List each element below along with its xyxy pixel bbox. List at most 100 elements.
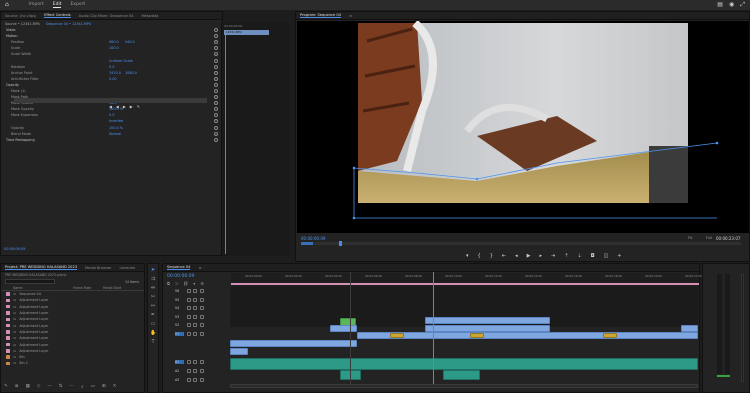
timeline-playhead[interactable]: [433, 272, 434, 384]
track-lock-icon[interactable]: [186, 289, 191, 293]
linked-selection-icon[interactable]: ⛓: [183, 281, 188, 286]
panel-menu-icon[interactable]: ≡: [349, 14, 352, 18]
track-lock-icon[interactable]: [186, 332, 191, 336]
track-eye-icon[interactable]: [199, 323, 204, 328]
track-label[interactable]: A3: [175, 378, 184, 382]
timeline-clip[interactable]: [681, 325, 698, 332]
track-sync-icon[interactable]: [193, 314, 197, 319]
list-view-icon[interactable]: ≣: [15, 384, 19, 390]
step-back-icon[interactable]: ◀: [116, 104, 119, 109]
column-frame-rate[interactable]: Frame Rate: [73, 286, 103, 290]
reset-icon[interactable]: [214, 137, 218, 142]
timeline-clip[interactable]: [357, 332, 698, 339]
column-media-start[interactable]: Media Start: [103, 286, 121, 290]
effect-property-value[interactable]: 960.0: [109, 40, 119, 44]
nav-edit[interactable]: Edit: [52, 2, 62, 8]
workspaces-icon[interactable]: ▤: [717, 0, 723, 10]
reset-icon[interactable]: [214, 28, 218, 33]
mark-in-icon[interactable]: {: [478, 253, 481, 259]
effect-property-value[interactable]: 1920.0: [109, 71, 121, 75]
timeline-clip[interactable]: [603, 333, 617, 338]
reset-icon[interactable]: [214, 52, 218, 57]
track-lock-icon[interactable]: [186, 314, 191, 319]
mini-timeline-playhead[interactable]: [225, 34, 226, 254]
track-lock-icon[interactable]: [186, 360, 191, 364]
add-marker-icon[interactable]: ▾: [193, 281, 195, 286]
play-icon[interactable]: ▶: [527, 253, 531, 259]
audio-clip[interactable]: [230, 358, 698, 370]
snap-icon[interactable]: ⊃: [175, 281, 178, 286]
new-item-icon[interactable]: ⊞: [102, 384, 106, 390]
track-label[interactable]: V2: [175, 323, 184, 327]
track-label[interactable]: V3: [175, 315, 184, 319]
freeform-view-icon[interactable]: ◇: [37, 384, 40, 390]
panel-menu-icon[interactable]: ≡: [198, 266, 201, 270]
rectangle-tool-icon[interactable]: ▭: [150, 321, 156, 327]
ripple-edit-tool-icon[interactable]: ⇹: [150, 285, 156, 291]
effect-property-value-2[interactable]: 540.0: [125, 40, 135, 44]
razor-tool-icon[interactable]: ✂: [150, 294, 156, 300]
effect-property-value[interactable]: Normal: [109, 132, 121, 136]
go-to-out-icon[interactable]: ⇥: [551, 253, 555, 259]
program-playhead[interactable]: [339, 241, 342, 246]
reset-icon[interactable]: [214, 95, 218, 100]
reset-icon[interactable]: [214, 125, 218, 130]
tab-media-browser[interactable]: Media Browser: [85, 266, 112, 270]
extract-icon[interactable]: ⇣: [577, 253, 581, 259]
delete-icon[interactable]: ✕: [113, 384, 117, 390]
selection-tool-icon[interactable]: ➤: [150, 267, 156, 273]
track-sync-icon[interactable]: [193, 306, 197, 311]
home-icon[interactable]: ⌂: [5, 0, 9, 10]
nest-icon[interactable]: ⧉: [167, 281, 170, 286]
add-marker-icon[interactable]: ▾: [466, 253, 469, 259]
track-label[interactable]: V5: [175, 298, 184, 302]
track-header[interactable]: V1: [172, 330, 230, 338]
tab-effect-controls[interactable]: Effect Controls: [44, 13, 71, 18]
reset-icon[interactable]: [214, 70, 218, 75]
track-header[interactable]: V3: [172, 313, 230, 321]
reset-icon[interactable]: [214, 46, 218, 51]
track-header[interactable]: V2: [172, 321, 230, 329]
track-sync-icon[interactable]: [193, 378, 197, 382]
track-eye-icon[interactable]: [199, 360, 204, 364]
tab-sequence[interactable]: Sequence 04: [167, 265, 191, 270]
tab-libraries[interactable]: Libraries: [120, 266, 136, 270]
track-sync-icon[interactable]: [193, 360, 197, 364]
timeline-settings-icon[interactable]: ⚙: [200, 281, 204, 286]
mini-timeline-clip[interactable]: 12341.MP4: [224, 30, 269, 35]
export-frame-icon[interactable]: ◘: [591, 253, 595, 259]
tab-project[interactable]: Project: PRE WEDDING HALASAND 2023: [5, 265, 78, 270]
reset-icon[interactable]: [214, 76, 218, 81]
step-forward-icon[interactable]: ▶: [123, 104, 126, 109]
button-editor-icon[interactable]: +: [617, 253, 621, 259]
program-video-frame[interactable]: [297, 19, 749, 233]
reset-icon[interactable]: [214, 113, 218, 118]
program-scrub-bar[interactable]: [301, 241, 741, 246]
track-sync-icon[interactable]: [193, 369, 197, 373]
mark-out-icon[interactable]: }: [490, 253, 493, 259]
write-protect-icon[interactable]: ✎: [4, 384, 8, 390]
effect-property-value-2[interactable]: 1080.0: [125, 71, 137, 75]
track-header[interactable]: A1: [172, 358, 230, 366]
program-quality-dropdown[interactable]: Full: [706, 236, 712, 240]
tab-metadata[interactable]: Metadata: [141, 14, 158, 18]
track-eye-icon[interactable]: [199, 378, 204, 382]
track-eye-icon[interactable]: [199, 314, 204, 319]
track-sync-icon[interactable]: [193, 332, 197, 336]
track-select-tool-icon[interactable]: ⇉: [150, 276, 156, 282]
effect-property-value[interactable]: 0.0: [109, 65, 114, 69]
program-fit-dropdown[interactable]: Fit: [688, 236, 692, 240]
track-label[interactable]: A1: [175, 360, 184, 364]
effect-property-value[interactable]: Uniform Scale: [109, 59, 133, 63]
track-lock-icon[interactable]: [186, 378, 191, 382]
track-back-icon[interactable]: ◀: [109, 104, 112, 109]
timeline-clip[interactable]: [425, 317, 550, 324]
zoom-slider-icon[interactable]: —: [47, 384, 52, 390]
work-area-bar[interactable]: [231, 283, 699, 285]
list-item[interactable]: ▭ Bin 2: [1, 360, 144, 366]
program-timecode[interactable]: 00:00:06:09: [301, 236, 325, 241]
reset-icon[interactable]: [214, 131, 218, 136]
track-eye-icon[interactable]: [199, 297, 204, 302]
timeline-clip[interactable]: [230, 348, 248, 355]
track-forward-icon[interactable]: ▶: [130, 104, 133, 109]
